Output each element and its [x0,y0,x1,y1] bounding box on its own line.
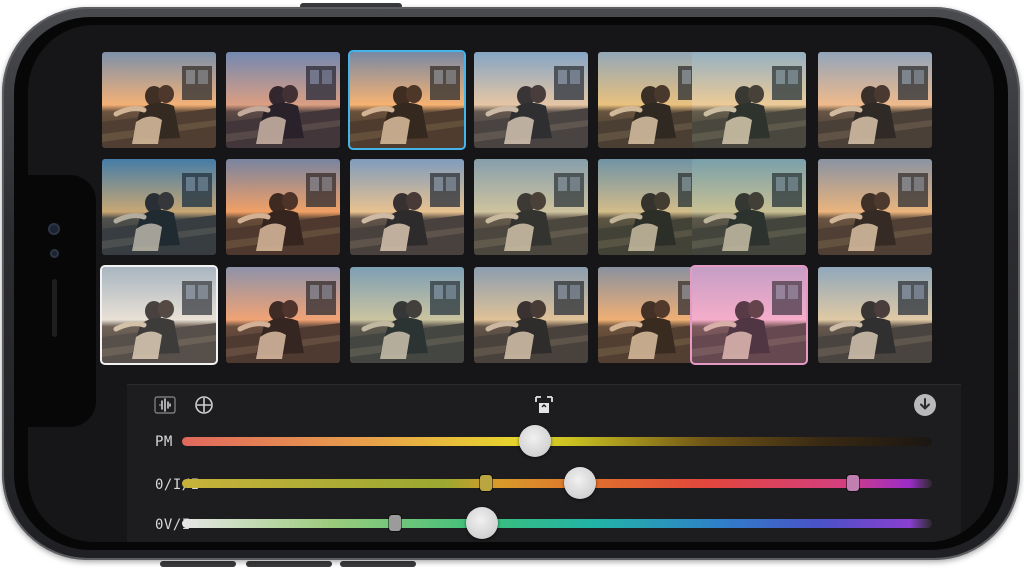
filter-thumb-r1c1[interactable] [102,52,216,148]
front-camera-icon [48,223,60,235]
gradient-stop-magenta[interactable] [847,475,859,491]
photo-preview [818,159,932,255]
filter-thumb-r3c2[interactable] [226,267,340,363]
filter-thumb-r1c7[interactable] [818,52,932,148]
photo-preview [102,159,216,255]
filter-thumb-r3c3[interactable] [350,267,464,363]
slider-thumb-2[interactable] [563,467,596,499]
waveform-icon[interactable] [154,396,176,417]
filter-thumb-r3c7[interactable] [818,267,932,363]
photo-preview [350,267,464,363]
photo-preview [474,52,588,148]
filter-grid [28,25,994,385]
filter-thumb-r1c2[interactable] [226,52,340,148]
filter-thumb-r2c6[interactable] [692,159,806,255]
filter-thumb-r3c4[interactable] [474,267,588,363]
filter-thumb-r3c6[interactable] [690,265,808,365]
filter-thumb-r1c4[interactable] [474,52,588,148]
hue-gradient-track[interactable] [182,479,932,488]
photo-preview [226,267,340,363]
filter-thumb-r2c1[interactable] [102,159,216,255]
spectrum-gradient-track[interactable] [182,519,932,528]
camera-notch [28,175,96,427]
phone-bezel: PM 0/I/I 0V/I [14,17,1008,550]
crosshair-icon[interactable] [194,395,214,418]
photo-preview [474,159,588,255]
crop-icon[interactable] [533,394,555,419]
gradient-stop-gray[interactable] [389,515,401,531]
volume-up-button [160,561,236,567]
warm-gradient-track[interactable] [182,437,932,446]
filter-thumb-r2c7[interactable] [818,159,932,255]
photo-preview [474,267,588,363]
download-icon[interactable] [913,393,937,420]
filter-thumb-r1c3[interactable] [348,50,466,150]
app-screen: PM 0/I/I 0V/I [28,25,994,542]
volume-down-button [246,561,332,567]
filter-thumb-r2c2[interactable] [226,159,340,255]
sensor-icon [50,249,59,258]
slider-thumb-1[interactable] [518,425,551,457]
photo-preview [692,267,806,363]
photo-preview [102,52,216,148]
action-button [340,561,416,567]
photo-preview [692,52,806,148]
photo-preview [350,159,464,255]
photo-preview [226,159,340,255]
speaker-grille [52,279,57,337]
adjustment-panel: PM 0/I/I 0V/I [127,384,961,542]
slider-label-1: PM [155,434,173,450]
photo-preview [818,267,932,363]
filter-thumb-r3c1[interactable] [100,265,218,365]
filter-thumb-r2c3[interactable] [350,159,464,255]
gradient-stop-yellow[interactable] [480,475,492,491]
photo-preview [102,267,216,363]
photo-preview [692,159,806,255]
photo-preview [818,52,932,148]
filter-thumb-r1c6[interactable] [692,52,806,148]
slider-thumb-3[interactable] [466,507,498,539]
filter-thumb-r2c4[interactable] [474,159,588,255]
photo-preview [350,52,464,148]
photo-preview [226,52,340,148]
phone-frame: PM 0/I/I 0V/I [2,7,1020,560]
